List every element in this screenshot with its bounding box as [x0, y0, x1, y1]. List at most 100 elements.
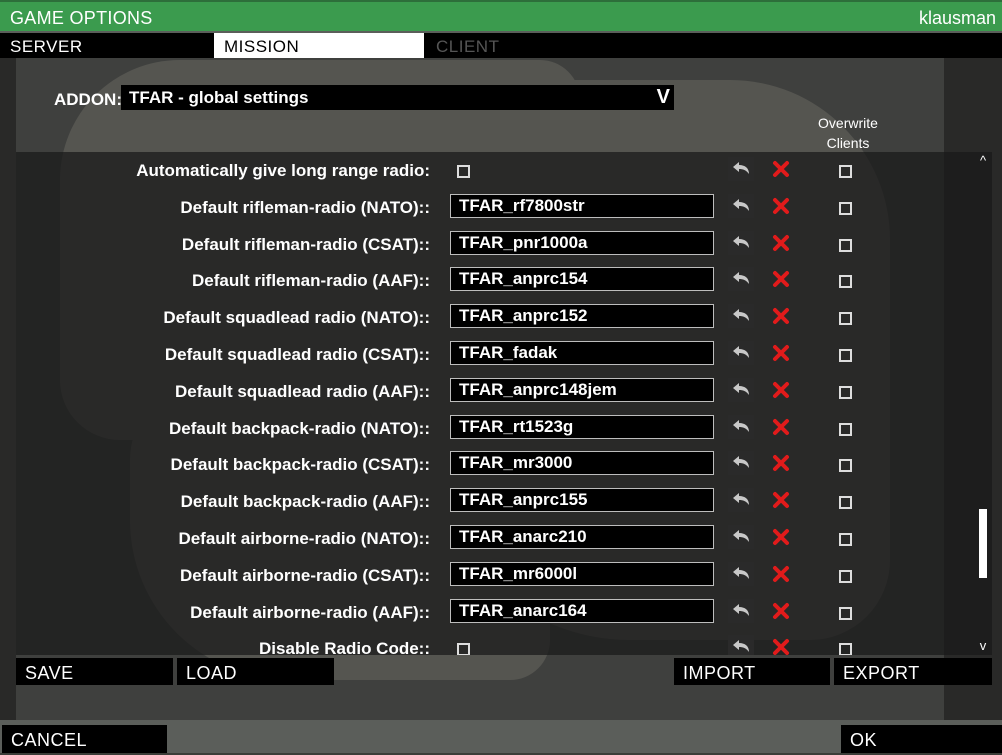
setting-row: Disable Radio Code::	[16, 633, 976, 655]
overwrite-clients-header: Overwrite Clients	[808, 113, 888, 153]
red-x-icon[interactable]	[771, 306, 791, 326]
setting-label: Default squadlead radio (CSAT)::	[164, 345, 430, 364]
setting-label: Default backpack-radio (NATO)::	[168, 418, 430, 438]
window-title: GAME OPTIONS	[10, 8, 153, 28]
red-x-icon[interactable]	[771, 637, 791, 655]
undo-arrow-icon[interactable]	[728, 635, 754, 655]
undo-arrow-icon[interactable]	[728, 561, 754, 586]
export-button[interactable]: EXPORT	[834, 658, 992, 685]
overwrite-clients-checkbox[interactable]	[839, 349, 852, 362]
setting-row: Default squadlead radio (NATO)::	[16, 302, 976, 332]
setting-label: Default rifleman-radio (CSAT)::	[181, 234, 430, 254]
addon-selected-value: TFAR - global settings	[129, 88, 309, 107]
overwrite-header-line2: Clients	[826, 135, 870, 151]
cancel-button[interactable]: CANCEL	[2, 725, 167, 753]
import-button[interactable]: IMPORT	[674, 658, 830, 685]
undo-arrow-icon[interactable]	[728, 193, 754, 218]
undo-arrow-icon[interactable]	[728, 304, 754, 329]
red-x-icon[interactable]	[771, 490, 791, 510]
scrollbar-thumb[interactable]	[979, 509, 987, 578]
undo-arrow-icon[interactable]	[728, 451, 754, 476]
overwrite-clients-checkbox[interactable]	[839, 643, 852, 655]
setting-row: Default airborne-radio (CSAT)::	[16, 560, 976, 590]
tab-mission[interactable]: MISSION	[214, 33, 424, 58]
overwrite-clients-checkbox[interactable]	[839, 201, 852, 215]
overwrite-clients-checkbox[interactable]	[839, 533, 852, 546]
red-x-icon[interactable]	[771, 601, 791, 621]
setting-checkbox[interactable]	[457, 165, 470, 178]
setting-value-field[interactable]	[450, 341, 714, 365]
title-bar: GAME OPTIONS klausman	[0, 0, 1002, 31]
overwrite-clients-checkbox[interactable]	[839, 459, 852, 473]
setting-label: Default rifleman-radio (NATO)::	[180, 197, 430, 217]
setting-row: Default rifleman-radio (AAF)::	[16, 265, 976, 295]
undo-arrow-icon[interactable]	[728, 230, 754, 255]
setting-value-field[interactable]	[450, 230, 714, 255]
addon-dropdown[interactable]: TFAR - global settings V	[121, 85, 674, 110]
red-x-icon[interactable]	[771, 343, 791, 363]
setting-value-field[interactable]	[450, 451, 714, 476]
tab-client[interactable]: CLIENT	[426, 33, 1002, 58]
setting-label: Automatically give long range radio:	[136, 161, 430, 180]
undo-arrow-icon[interactable]	[728, 598, 754, 623]
red-x-icon[interactable]	[771, 159, 791, 179]
overwrite-clients-checkbox[interactable]	[839, 238, 852, 252]
addon-label: ADDON:	[54, 90, 122, 109]
setting-label: Disable Radio Code::	[259, 639, 430, 655]
overwrite-clients-checkbox[interactable]	[839, 165, 852, 178]
overwrite-clients-checkbox[interactable]	[839, 275, 852, 289]
overwrite-clients-checkbox[interactable]	[839, 422, 852, 436]
red-x-icon[interactable]	[771, 453, 791, 473]
setting-value-field[interactable]	[450, 488, 714, 513]
setting-value-field[interactable]	[450, 561, 714, 586]
player-name: klausman	[918, 8, 996, 28]
red-x-icon[interactable]	[771, 269, 791, 289]
undo-arrow-icon[interactable]	[728, 267, 754, 292]
chevron-down-icon[interactable]: V	[657, 86, 670, 109]
setting-value-field[interactable]	[450, 377, 714, 402]
setting-label: Default backpack-radio (CSAT)::	[170, 455, 430, 475]
red-x-icon[interactable]	[771, 233, 791, 253]
setting-row: Default airborne-radio (AAF)::	[16, 597, 976, 627]
setting-row: Default squadlead radio (AAF)::	[16, 376, 976, 406]
tab-bar: SERVER MISSION CLIENT	[0, 33, 1002, 58]
undo-arrow-icon[interactable]	[728, 488, 754, 513]
setting-value-field[interactable]	[450, 598, 714, 623]
setting-value-field[interactable]	[450, 525, 714, 549]
red-x-icon[interactable]	[771, 527, 791, 547]
ok-button[interactable]: OK	[841, 725, 1002, 753]
undo-arrow-icon[interactable]	[728, 525, 754, 549]
setting-label: Default airborne-radio (NATO)::	[178, 529, 430, 548]
setting-label: Default squadlead radio (NATO)::	[163, 308, 430, 328]
undo-arrow-icon[interactable]	[728, 377, 754, 402]
undo-arrow-icon[interactable]	[728, 157, 754, 181]
scroll-up-arrow[interactable]: ^	[977, 153, 989, 168]
overwrite-header-line1: Overwrite	[818, 115, 878, 131]
setting-value-field[interactable]	[450, 267, 714, 292]
overwrite-clients-checkbox[interactable]	[839, 606, 852, 620]
scroll-down-arrow[interactable]: v	[977, 638, 989, 653]
undo-arrow-icon[interactable]	[728, 341, 754, 365]
setting-value-field[interactable]	[450, 304, 714, 329]
save-button[interactable]: SAVE	[16, 658, 173, 685]
setting-value-field[interactable]	[450, 414, 714, 439]
setting-label: Default backpack-radio (AAF)::	[180, 492, 430, 512]
red-x-icon[interactable]	[771, 417, 791, 437]
settings-list: Automatically give long range radio: Defa…	[16, 152, 992, 655]
red-x-icon[interactable]	[771, 564, 791, 584]
setting-row: Default rifleman-radio (CSAT)::	[16, 229, 976, 259]
load-button[interactable]: LOAD	[177, 658, 334, 685]
undo-arrow-icon[interactable]	[728, 414, 754, 439]
overwrite-clients-checkbox[interactable]	[839, 569, 852, 583]
setting-value-field[interactable]	[450, 193, 714, 218]
setting-row: Default backpack-radio (CSAT)::	[16, 449, 976, 479]
overwrite-clients-checkbox[interactable]	[839, 496, 852, 510]
setting-label: Default airborne-radio (CSAT)::	[180, 565, 430, 585]
setting-checkbox[interactable]	[457, 643, 470, 655]
setting-row: Default airborne-radio (NATO)::	[16, 523, 976, 553]
overwrite-clients-checkbox[interactable]	[839, 312, 852, 326]
red-x-icon[interactable]	[771, 196, 791, 216]
red-x-icon[interactable]	[771, 380, 791, 400]
tab-server[interactable]: SERVER	[0, 33, 212, 58]
overwrite-clients-checkbox[interactable]	[839, 385, 852, 399]
